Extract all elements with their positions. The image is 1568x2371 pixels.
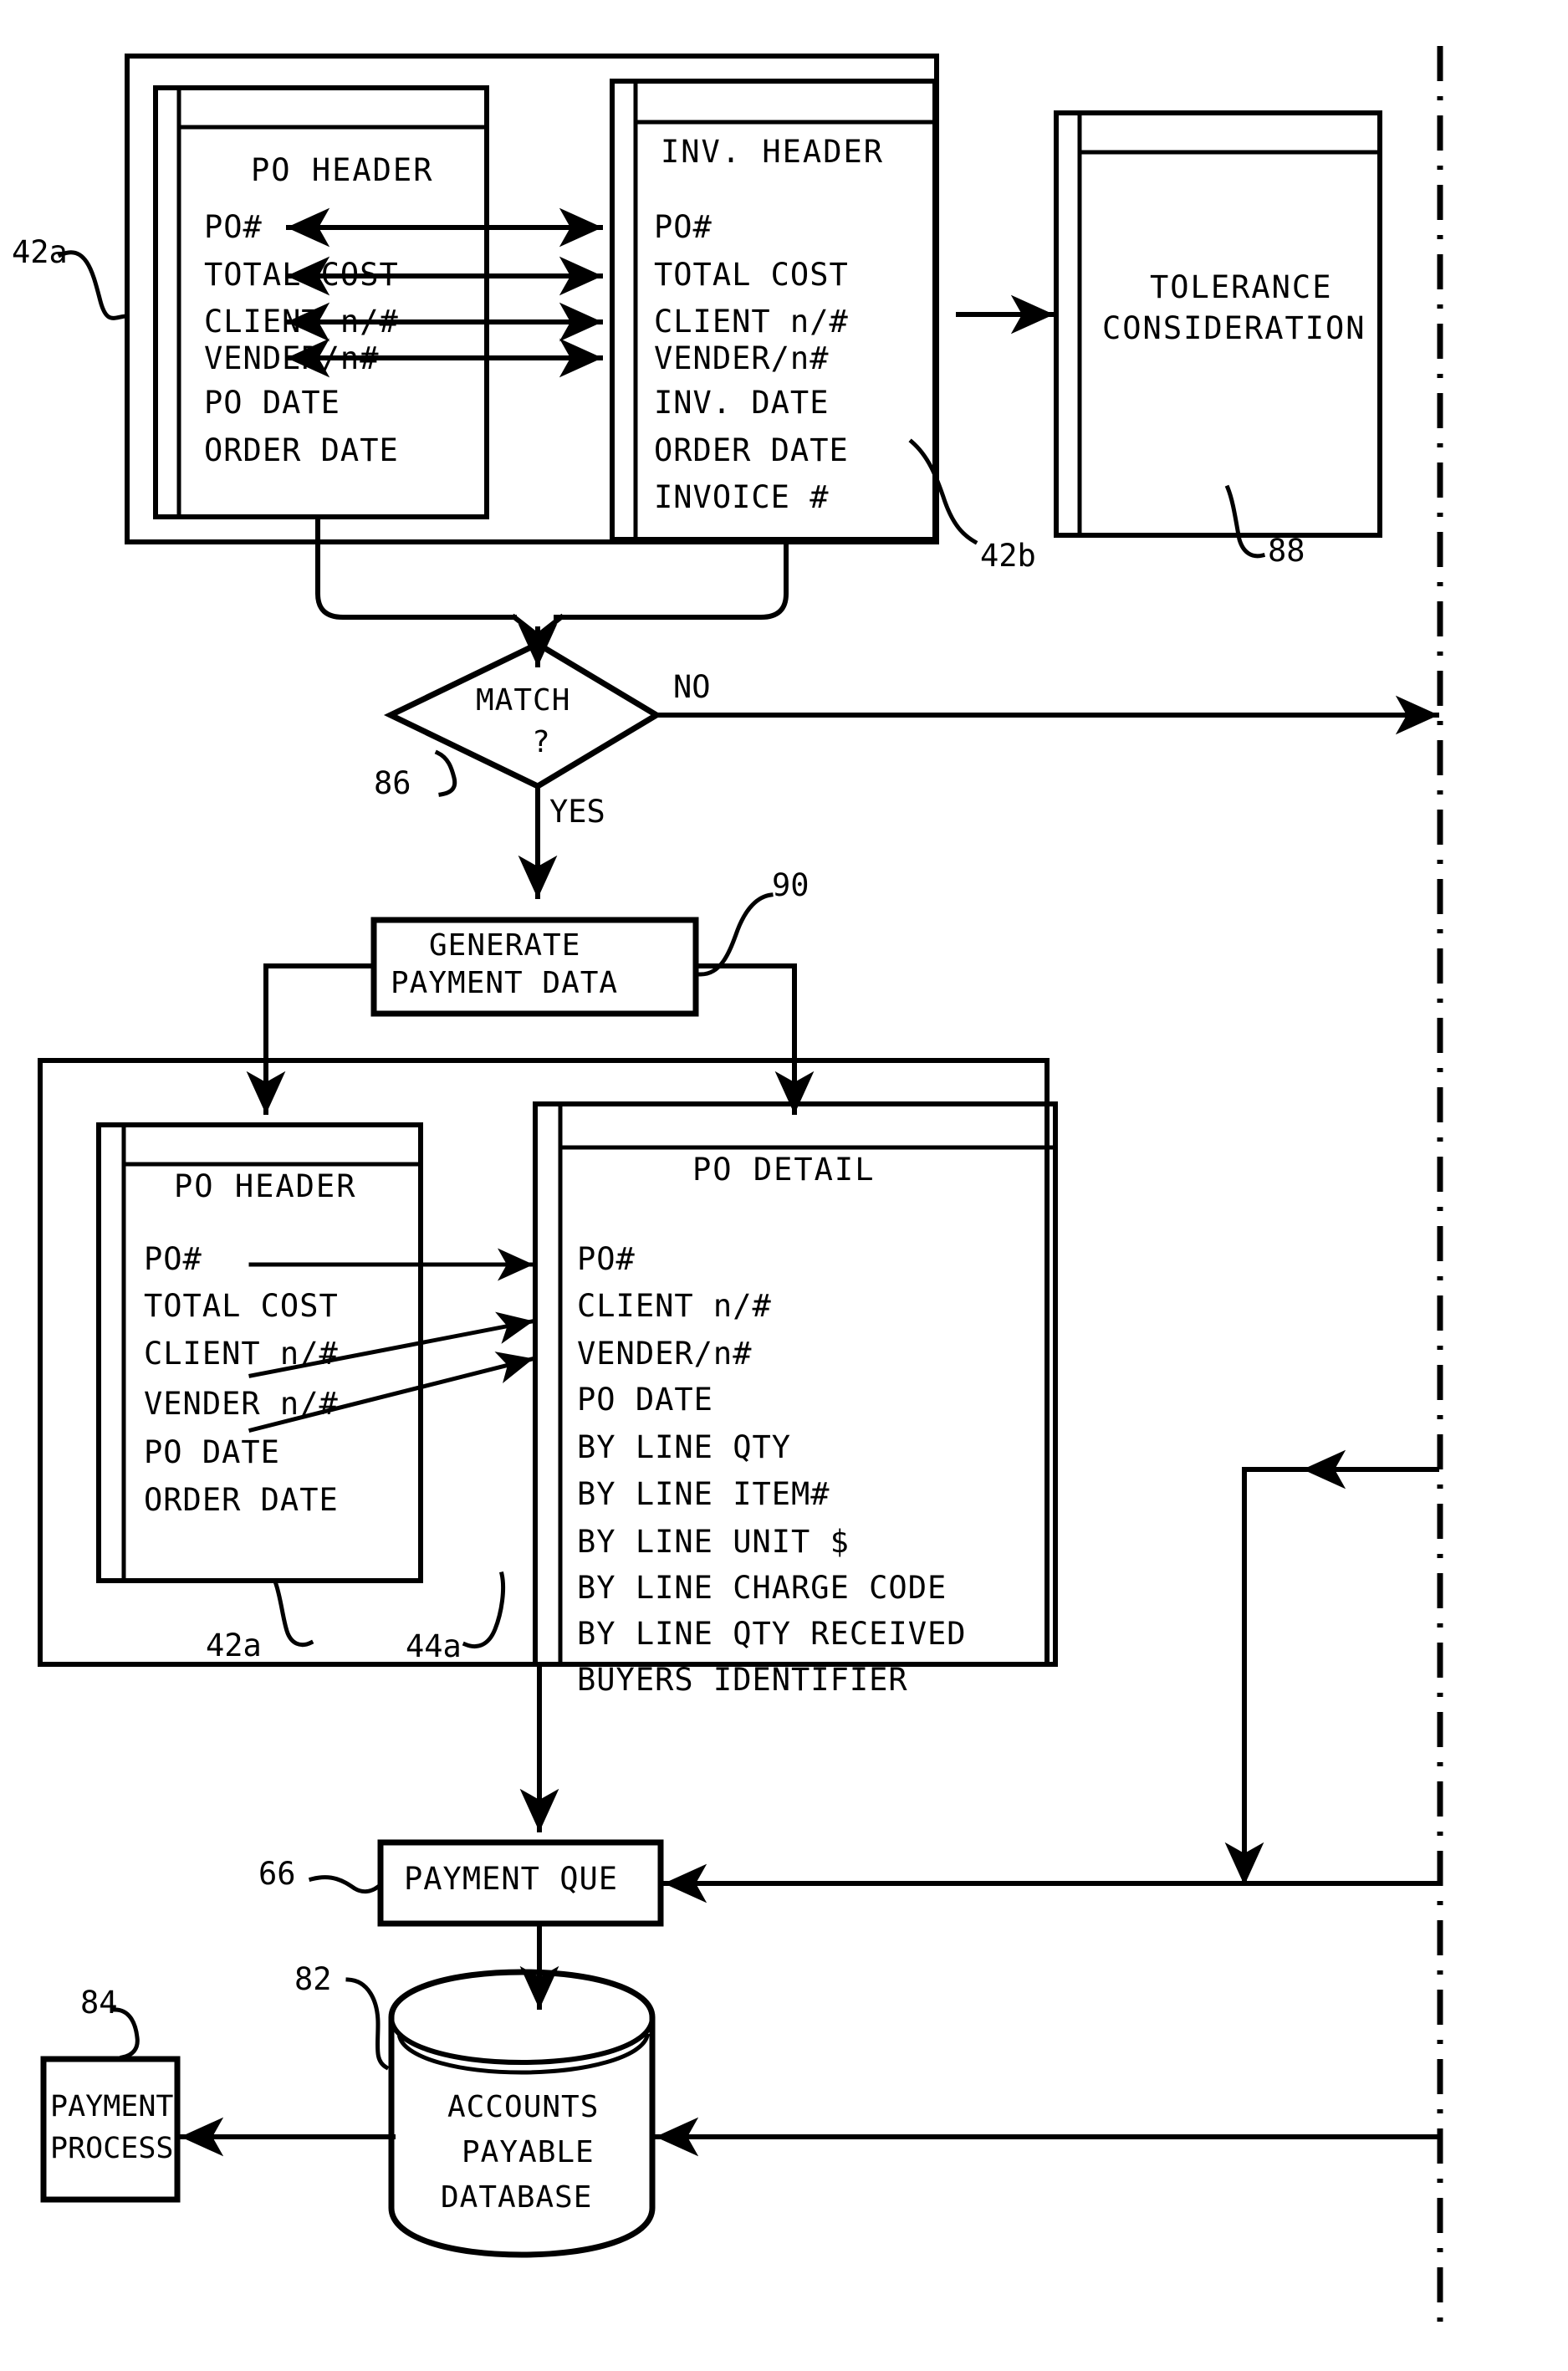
po-header-bottom-field-0: PO# [144,1241,202,1277]
ref-42b: 42b [980,538,1036,574]
po-detail-field-6: BY LINE UNIT $ [577,1524,850,1560]
payment-que-label: PAYMENT QUE [404,1861,619,1897]
tolerance-line-2: CONSIDERATION [1102,310,1366,346]
accounts-db-line-3: DATABASE [441,2180,593,2215]
po-header-bottom-field-3: VENDER n/# [144,1386,339,1422]
ref-82: 82 [294,1961,332,1997]
payment-process-line-2: PROCESS [50,2132,174,2165]
branch-label-yes: YES [549,794,605,830]
po-header-bottom-field-1: TOTAL COST [144,1288,339,1324]
ref-84: 84 [80,1985,118,2021]
ref-86: 86 [374,765,411,801]
match-line-1: MATCH [476,683,571,718]
po-header-top-title: PO HEADER [251,152,434,188]
po-detail-field-1: CLIENT n/# [577,1288,772,1324]
po-detail-field-8: BY LINE QTY RECEIVED [577,1616,967,1652]
inv-header-title: INV. HEADER [661,134,885,170]
po-header-bottom-field-5: ORDER DATE [144,1482,339,1518]
accounts-db-line-1: ACCOUNTS [447,2090,600,2124]
ref-88: 88 [1268,533,1305,569]
po-detail-title: PO DETAIL [692,1152,876,1188]
po-detail-field-9: BUYERS IDENTIFIER [577,1662,908,1698]
po-detail-field-0: PO# [577,1241,636,1277]
inv-header-field-6: INVOICE # [654,479,830,515]
po-detail-field-4: BY LINE QTY [577,1429,792,1465]
tolerance-line-1: TOLERANCE [1150,269,1333,305]
match-line-2: ? [532,725,550,759]
po-header-top-field-3: VENDER/n# [204,340,380,376]
po-header-top-field-2: CLIENT n/# [204,304,399,340]
po-header-top-field-5: ORDER DATE [204,432,399,468]
ref-66: 66 [258,1856,296,1892]
inv-header-field-0: PO# [654,209,712,245]
po-detail-field-7: BY LINE CHARGE CODE [577,1570,947,1606]
po-detail-field-2: VENDER/n# [577,1336,753,1372]
ref-90: 90 [772,867,810,903]
ref-42a-bottom: 42a [206,1628,262,1663]
payment-process-line-1: PAYMENT [50,2090,174,2123]
ref-44a: 44a [406,1628,462,1664]
figure-canvas: PO HEADER PO# TOTAL COST CLIENT n/# VEND… [0,0,1568,2371]
inv-header-field-2: CLIENT n/# [654,304,849,340]
generate-line-1: GENERATE [429,928,581,963]
po-header-bottom-field-4: PO DATE [144,1434,280,1470]
generate-line-2: PAYMENT DATA [391,966,619,1000]
inv-header-field-3: VENDER/n# [654,340,830,376]
po-header-bottom-field-2: CLIENT n/# [144,1336,339,1372]
accounts-db-line-2: PAYABLE [462,2135,595,2169]
inv-header-field-4: INV. DATE [654,385,830,421]
po-detail-field-3: PO DATE [577,1382,713,1418]
branch-label-no: NO [673,669,711,705]
po-header-top-field-4: PO DATE [204,385,340,421]
po-header-top-field-1: TOTAL COST [204,257,399,293]
po-detail-field-5: BY LINE ITEM# [577,1476,830,1512]
inv-header-field-1: TOTAL COST [654,257,849,293]
po-header-top-field-0: PO# [204,209,263,245]
inv-header-field-5: ORDER DATE [654,432,849,468]
ref-42a-top: 42a [12,234,68,270]
po-header-bottom-title: PO HEADER [174,1168,357,1204]
